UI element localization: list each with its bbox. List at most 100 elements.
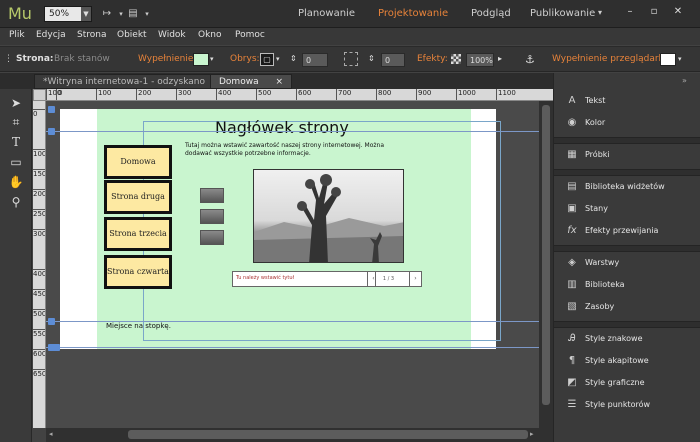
- hand-tool-icon[interactable]: ✋: [8, 174, 24, 190]
- opacity-input[interactable]: 100%: [466, 53, 494, 67]
- panel-assets[interactable]: ▧ Zasoby: [564, 301, 614, 317]
- nav-button-page2[interactable]: Strona druga: [104, 180, 172, 214]
- vertical-scroll-thumb[interactable]: [542, 105, 550, 405]
- page-height-marker[interactable]: [48, 344, 60, 351]
- maximize-icon[interactable]: ▫: [646, 4, 662, 20]
- selection-tool-icon[interactable]: ➤: [8, 95, 24, 111]
- slideshow-main-image[interactable]: [253, 169, 404, 263]
- anchor-icon[interactable]: ⚓: [525, 53, 535, 66]
- corner-radius-input[interactable]: 0: [381, 53, 405, 67]
- fill-color-swatch[interactable]: [193, 53, 209, 66]
- panel-layers[interactable]: ◈ Warstwy: [564, 257, 619, 273]
- menu-edit[interactable]: Edycja: [36, 30, 66, 40]
- collapse-panels-icon[interactable]: »: [682, 76, 687, 85]
- crop-tool-icon[interactable]: ⌗: [8, 114, 24, 130]
- effects-icon[interactable]: [451, 54, 461, 64]
- bullet-styles-icon: ☰: [567, 399, 577, 410]
- effects-label[interactable]: Efekty:: [417, 54, 448, 64]
- intro-text[interactable]: Tutaj można wstawić zawartość naszej str…: [185, 142, 385, 158]
- mode-preview[interactable]: Podgląd: [471, 8, 511, 19]
- rectangle-tool-icon[interactable]: ▭: [8, 154, 24, 170]
- menu-window[interactable]: Okno: [198, 30, 222, 40]
- vertical-ruler[interactable]: 0 100 150 200 250 300 400 450 500 550 60…: [33, 101, 46, 428]
- corner-stepper-icon[interactable]: ⇕: [368, 54, 375, 63]
- chevron-down-icon[interactable]: ▾: [140, 8, 154, 20]
- tab-home[interactable]: Domowa ×: [210, 74, 293, 89]
- ruler-label: 0: [56, 89, 62, 100]
- slideshow-thumbnail[interactable]: [200, 188, 224, 203]
- horizontal-ruler[interactable]: 100 0 100 200 300 400 500 600 700 800 90…: [46, 89, 553, 101]
- page-bottom-guide-line[interactable]: [46, 347, 539, 348]
- tab-site[interactable]: *Witryna internetowa-1 - odzyskano ×: [34, 74, 235, 89]
- panel-bullet-styles[interactable]: ☰ Style punktorów: [564, 399, 651, 415]
- panel-widgets[interactable]: ▤ Biblioteka widżetów: [564, 181, 664, 197]
- widgets-icon: ▤: [567, 181, 577, 192]
- text-tool-icon[interactable]: T: [8, 134, 24, 150]
- chevron-down-icon[interactable]: ▾: [276, 55, 280, 63]
- panel-scroll-effects[interactable]: fx Efekty przewijania: [564, 225, 658, 241]
- panel-char-styles[interactable]: Ꭿ Style znakowe: [564, 333, 642, 349]
- mode-publish[interactable]: Publikowanie: [530, 8, 595, 19]
- stroke-color-swatch[interactable]: ▢: [260, 53, 274, 66]
- slideshow-caption-bar: Tu należy wstawić tytuł ‹ 1 / 3 ›: [232, 271, 422, 287]
- slideshow-next-button[interactable]: ›: [409, 272, 421, 286]
- nav-button-page4[interactable]: Strona czwarta: [104, 255, 172, 289]
- view-options-icon[interactable]: ▤: [126, 8, 140, 20]
- scroll-right-icon[interactable]: ▸: [530, 430, 534, 438]
- ruler-label: 600: [296, 89, 311, 100]
- menu-object[interactable]: Obiekt: [117, 30, 147, 40]
- panel-text[interactable]: A Tekst: [564, 95, 606, 111]
- menu-page[interactable]: Strona: [77, 30, 106, 40]
- panel-states[interactable]: ▣ Stany: [564, 203, 608, 219]
- slideshow-thumbnail[interactable]: [200, 209, 224, 224]
- stroke-width-input[interactable]: 0: [302, 53, 328, 67]
- header-marker[interactable]: [48, 128, 55, 135]
- close-icon[interactable]: ✕: [670, 4, 686, 20]
- slideshow-thumbnail[interactable]: [200, 230, 224, 245]
- fill-label[interactable]: Wypełnienie:: [138, 54, 196, 64]
- panel-label: Style graficzne: [585, 378, 645, 387]
- header-guide-line[interactable]: [46, 131, 539, 132]
- page-title[interactable]: Nagłówek strony: [215, 118, 349, 137]
- browser-fill-label[interactable]: Wypełnienie przeglądarki:: [552, 54, 669, 64]
- footer-marker[interactable]: [48, 318, 55, 325]
- menu-view[interactable]: Widok: [158, 30, 186, 40]
- mode-plan[interactable]: Planowanie: [298, 8, 355, 19]
- panel-label: Warstwy: [585, 258, 620, 267]
- goto-page-icon[interactable]: ↦: [100, 8, 114, 20]
- horizontal-scroll-thumb[interactable]: [128, 430, 528, 439]
- menu-file[interactable]: Plik: [9, 30, 25, 40]
- panel-color[interactable]: ◉ Kolor: [564, 117, 606, 133]
- chevron-down-icon[interactable]: ▾: [598, 8, 602, 17]
- panel-swatches[interactable]: ▦ Próbki: [564, 149, 609, 165]
- browser-fill-swatch[interactable]: [660, 53, 676, 66]
- chevron-down-icon[interactable]: ▾: [678, 55, 682, 63]
- close-icon[interactable]: ×: [275, 77, 283, 87]
- slideshow-caption[interactable]: Tu należy wstawić tytuł: [236, 275, 294, 281]
- nav-button-page3[interactable]: Strona trzecia: [104, 217, 172, 251]
- footer-text[interactable]: Miejsce na stopkę.: [106, 322, 171, 330]
- footer-guide-line[interactable]: [46, 321, 539, 322]
- mode-design[interactable]: Projektowanie: [378, 8, 448, 19]
- browser-area[interactable]: Nagłówek strony Tutaj można wstawić zawa…: [60, 109, 501, 349]
- panel-library[interactable]: ▥ Biblioteka: [564, 279, 624, 295]
- zoom-select[interactable]: 50% ▼: [44, 6, 92, 22]
- minimize-icon[interactable]: –: [622, 4, 638, 20]
- ruler-origin[interactable]: [33, 89, 46, 101]
- stroke-label[interactable]: Obrys:: [230, 54, 260, 64]
- vertical-scrollbar[interactable]: [539, 101, 553, 428]
- header-marker[interactable]: [48, 106, 55, 113]
- panel-para-styles[interactable]: ¶ Style akapitowe: [564, 355, 649, 371]
- chevron-down-icon[interactable]: ▾: [210, 55, 214, 63]
- ruler-label: 1100: [496, 89, 516, 100]
- nav-button-home[interactable]: Domowa: [104, 145, 172, 179]
- opacity-arrow-icon[interactable]: ▸: [498, 54, 502, 63]
- stroke-stepper-icon[interactable]: ⇕: [290, 54, 297, 63]
- design-canvas[interactable]: Nagłówek strony Tutaj można wstawić zawa…: [46, 101, 553, 428]
- chevron-down-icon[interactable]: ▼: [81, 7, 91, 21]
- horizontal-scrollbar[interactable]: ◂ ▸: [46, 428, 553, 442]
- panel-graphic-styles[interactable]: ◩ Style graficzne: [564, 377, 645, 393]
- scroll-left-icon[interactable]: ◂: [49, 430, 53, 438]
- zoom-tool-icon[interactable]: ⚲: [8, 194, 24, 210]
- menu-help[interactable]: Pomoc: [235, 30, 265, 40]
